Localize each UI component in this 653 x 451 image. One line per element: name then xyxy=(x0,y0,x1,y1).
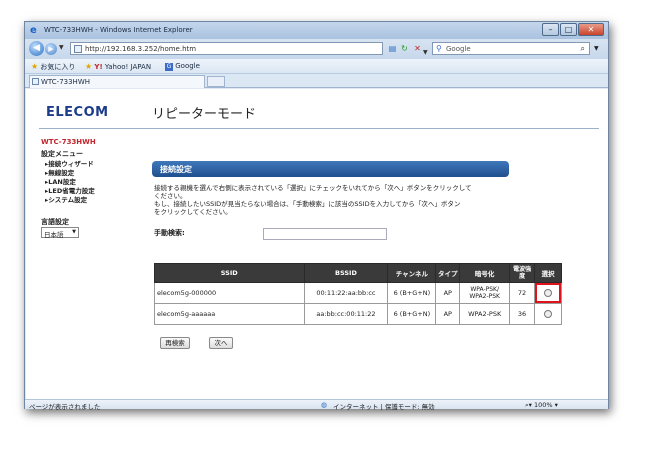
favorite-link-label: Yahoo! JAPAN xyxy=(104,63,152,71)
column-header-encryption: 暗号化 xyxy=(459,263,511,283)
ie-logo-icon: e xyxy=(30,25,37,36)
sidebar-item-system[interactable]: ▸システム設定 xyxy=(45,194,87,204)
favorites-star-icon: ★ xyxy=(31,62,39,71)
chevron-down-icon: ▾ xyxy=(554,401,558,409)
sidebar-model-name: WTC-733HWH xyxy=(41,138,96,146)
magnifier-icon: ⌕▾ xyxy=(525,401,532,409)
column-header-bssid: BSSID xyxy=(303,263,389,283)
new-tab-button[interactable] xyxy=(207,76,225,87)
favorite-link-yahoo[interactable]: ★ Y! Yahoo! JAPAN xyxy=(85,62,151,71)
cell-channel: 6 (B+G+N) xyxy=(387,282,437,304)
stop-icon[interactable]: ✕ xyxy=(412,43,423,54)
google-icon: G xyxy=(165,63,173,71)
manual-search-label: 手動検索: xyxy=(154,229,185,237)
maximize-button[interactable]: □ xyxy=(560,23,577,36)
table-row: elecom5g-aaaaaa aa:bb:cc:00:11:22 6 (B+G… xyxy=(154,303,562,325)
search-input[interactable]: ⚲ Google ⌕ xyxy=(432,42,590,55)
zoom-level: 100% xyxy=(533,401,553,409)
description-line: もし、接続したいSSIDが見当たらない場合は、「手動検索」に該当のSSIDを入力… xyxy=(154,200,461,208)
cell-select xyxy=(534,303,562,325)
column-header-channel: チャンネル xyxy=(387,263,437,283)
back-button[interactable]: ◀ xyxy=(29,41,44,56)
favorites-label: お気に入り xyxy=(40,63,76,71)
cell-signal: 36 xyxy=(509,303,536,325)
address-url: http://192.168.3.252/home.htm xyxy=(85,45,197,53)
section-header: 接続設定 xyxy=(152,161,509,177)
forward-button[interactable]: ▶ xyxy=(45,43,57,55)
cell-encryption: WPA-PSK/ WPA2-PSK xyxy=(459,282,511,304)
tab-label: WTC-733HWH xyxy=(41,78,91,86)
address-input[interactable]: http://192.168.3.252/home.htm ▼ xyxy=(70,42,428,56)
header-divider xyxy=(39,128,599,129)
cell-signal: 72 xyxy=(509,282,536,304)
cell-bssid: 00:11:22:aa:bb:cc xyxy=(303,282,389,304)
history-dropdown-icon[interactable]: ▼ xyxy=(59,44,64,51)
select-radio[interactable] xyxy=(544,289,553,297)
status-bar: ページが表示されました ◍ インターネット | 保護モード: 無効 ⌕▾ 100… xyxy=(25,399,608,411)
add-favorite-icon: ★ xyxy=(85,62,93,71)
favorite-link-label: Google xyxy=(175,62,200,70)
browser-window: e WTC-733HWH - Windows Internet Explorer… xyxy=(24,21,609,411)
chevron-down-icon: ▼ xyxy=(72,229,76,235)
favorites-bar: ★ お気に入り ★ Y! Yahoo! JAPAN G Google xyxy=(25,59,608,74)
scan-results-table: SSID BSSID チャンネル タイプ 暗号化 電波強度 選択 elecom5… xyxy=(154,263,562,325)
status-text: ページが表示されました xyxy=(29,403,101,411)
section-header-label: 接続設定 xyxy=(160,165,192,174)
window-controls: – □ ✕ xyxy=(541,23,604,37)
column-header-ssid: SSID xyxy=(154,263,305,283)
search-go-icon[interactable]: ⌕ xyxy=(581,44,585,54)
search-dropdown-icon[interactable]: ▼ xyxy=(594,45,599,52)
cell-type: AP xyxy=(435,303,461,325)
page-title: リピーターモード xyxy=(152,107,257,122)
column-header-signal: 電波強度 xyxy=(509,263,536,283)
compatibility-icon[interactable]: ▤ xyxy=(387,43,398,54)
column-header-select: 選択 xyxy=(534,263,562,283)
cell-ssid: elecom5g-000000 xyxy=(154,282,305,304)
table-row: elecom5g-000000 00:11:22:aa:bb:cc 6 (B+G… xyxy=(154,282,562,304)
page-icon xyxy=(74,45,82,53)
manual-search-input[interactable] xyxy=(263,228,387,240)
language-value: 日本語 xyxy=(44,231,64,239)
tab-page-icon xyxy=(32,78,39,85)
close-button[interactable]: ✕ xyxy=(578,23,604,36)
search-provider-icon: ⚲ xyxy=(436,44,442,53)
cell-type: AP xyxy=(435,282,461,304)
cell-channel: 6 (B+G+N) xyxy=(387,303,437,325)
refresh-icon[interactable]: ↻ xyxy=(399,43,410,54)
description-line: をクリックしてください。 xyxy=(154,208,232,216)
title-bar: e WTC-733HWH - Windows Internet Explorer… xyxy=(25,22,608,39)
cell-encryption: WPA2-PSK xyxy=(459,303,511,325)
search-placeholder: Google xyxy=(446,45,471,53)
rescan-button[interactable]: 再検索 xyxy=(160,337,190,349)
next-button[interactable]: 次へ xyxy=(209,337,233,349)
language-select[interactable]: 日本語 ▼ xyxy=(41,227,79,239)
address-dropdown-icon[interactable]: ▼ xyxy=(423,49,428,56)
minimize-button[interactable]: – xyxy=(542,23,559,36)
security-zone[interactable]: インターネット | 保護モード: 無効 xyxy=(333,401,435,411)
tab-active[interactable]: WTC-733HWH xyxy=(29,75,205,88)
cell-select xyxy=(534,282,562,304)
globe-icon: ◍ xyxy=(321,401,328,409)
cell-bssid: aa:bb:cc:00:11:22 xyxy=(303,303,389,325)
language-label: 言語設定 xyxy=(41,218,69,226)
page-content: ELECOM リピーターモード WTC-733HWH 設定メニュー ▸接続ウィザ… xyxy=(26,89,608,399)
column-header-type: タイプ xyxy=(435,263,461,283)
elecom-logo: ELECOM xyxy=(46,105,109,120)
favorites-button[interactable]: ★ お気に入り xyxy=(31,62,75,72)
select-radio[interactable] xyxy=(544,310,553,318)
favorite-link-google[interactable]: G Google xyxy=(165,62,200,71)
tab-row: WTC-733HWH xyxy=(25,74,608,88)
description-line: 接続する親機を選んで右側に表示されている「選択」にチェックをいれてから「次へ」ボ… xyxy=(154,184,472,192)
window-title: WTC-733HWH - Windows Internet Explorer xyxy=(44,26,193,34)
zoom-control[interactable]: ⌕▾ 100% ▾ xyxy=(525,401,558,410)
cell-ssid: elecom5g-aaaaaa xyxy=(154,303,305,325)
yahoo-icon: Y! xyxy=(94,63,103,71)
description-line: ください。 xyxy=(154,192,187,200)
address-row: ◀ ▶ ▼ http://192.168.3.252/home.htm ▼ ▤ … xyxy=(25,39,608,59)
table-header-row: SSID BSSID チャンネル タイプ 暗号化 電波強度 選択 xyxy=(154,263,562,283)
